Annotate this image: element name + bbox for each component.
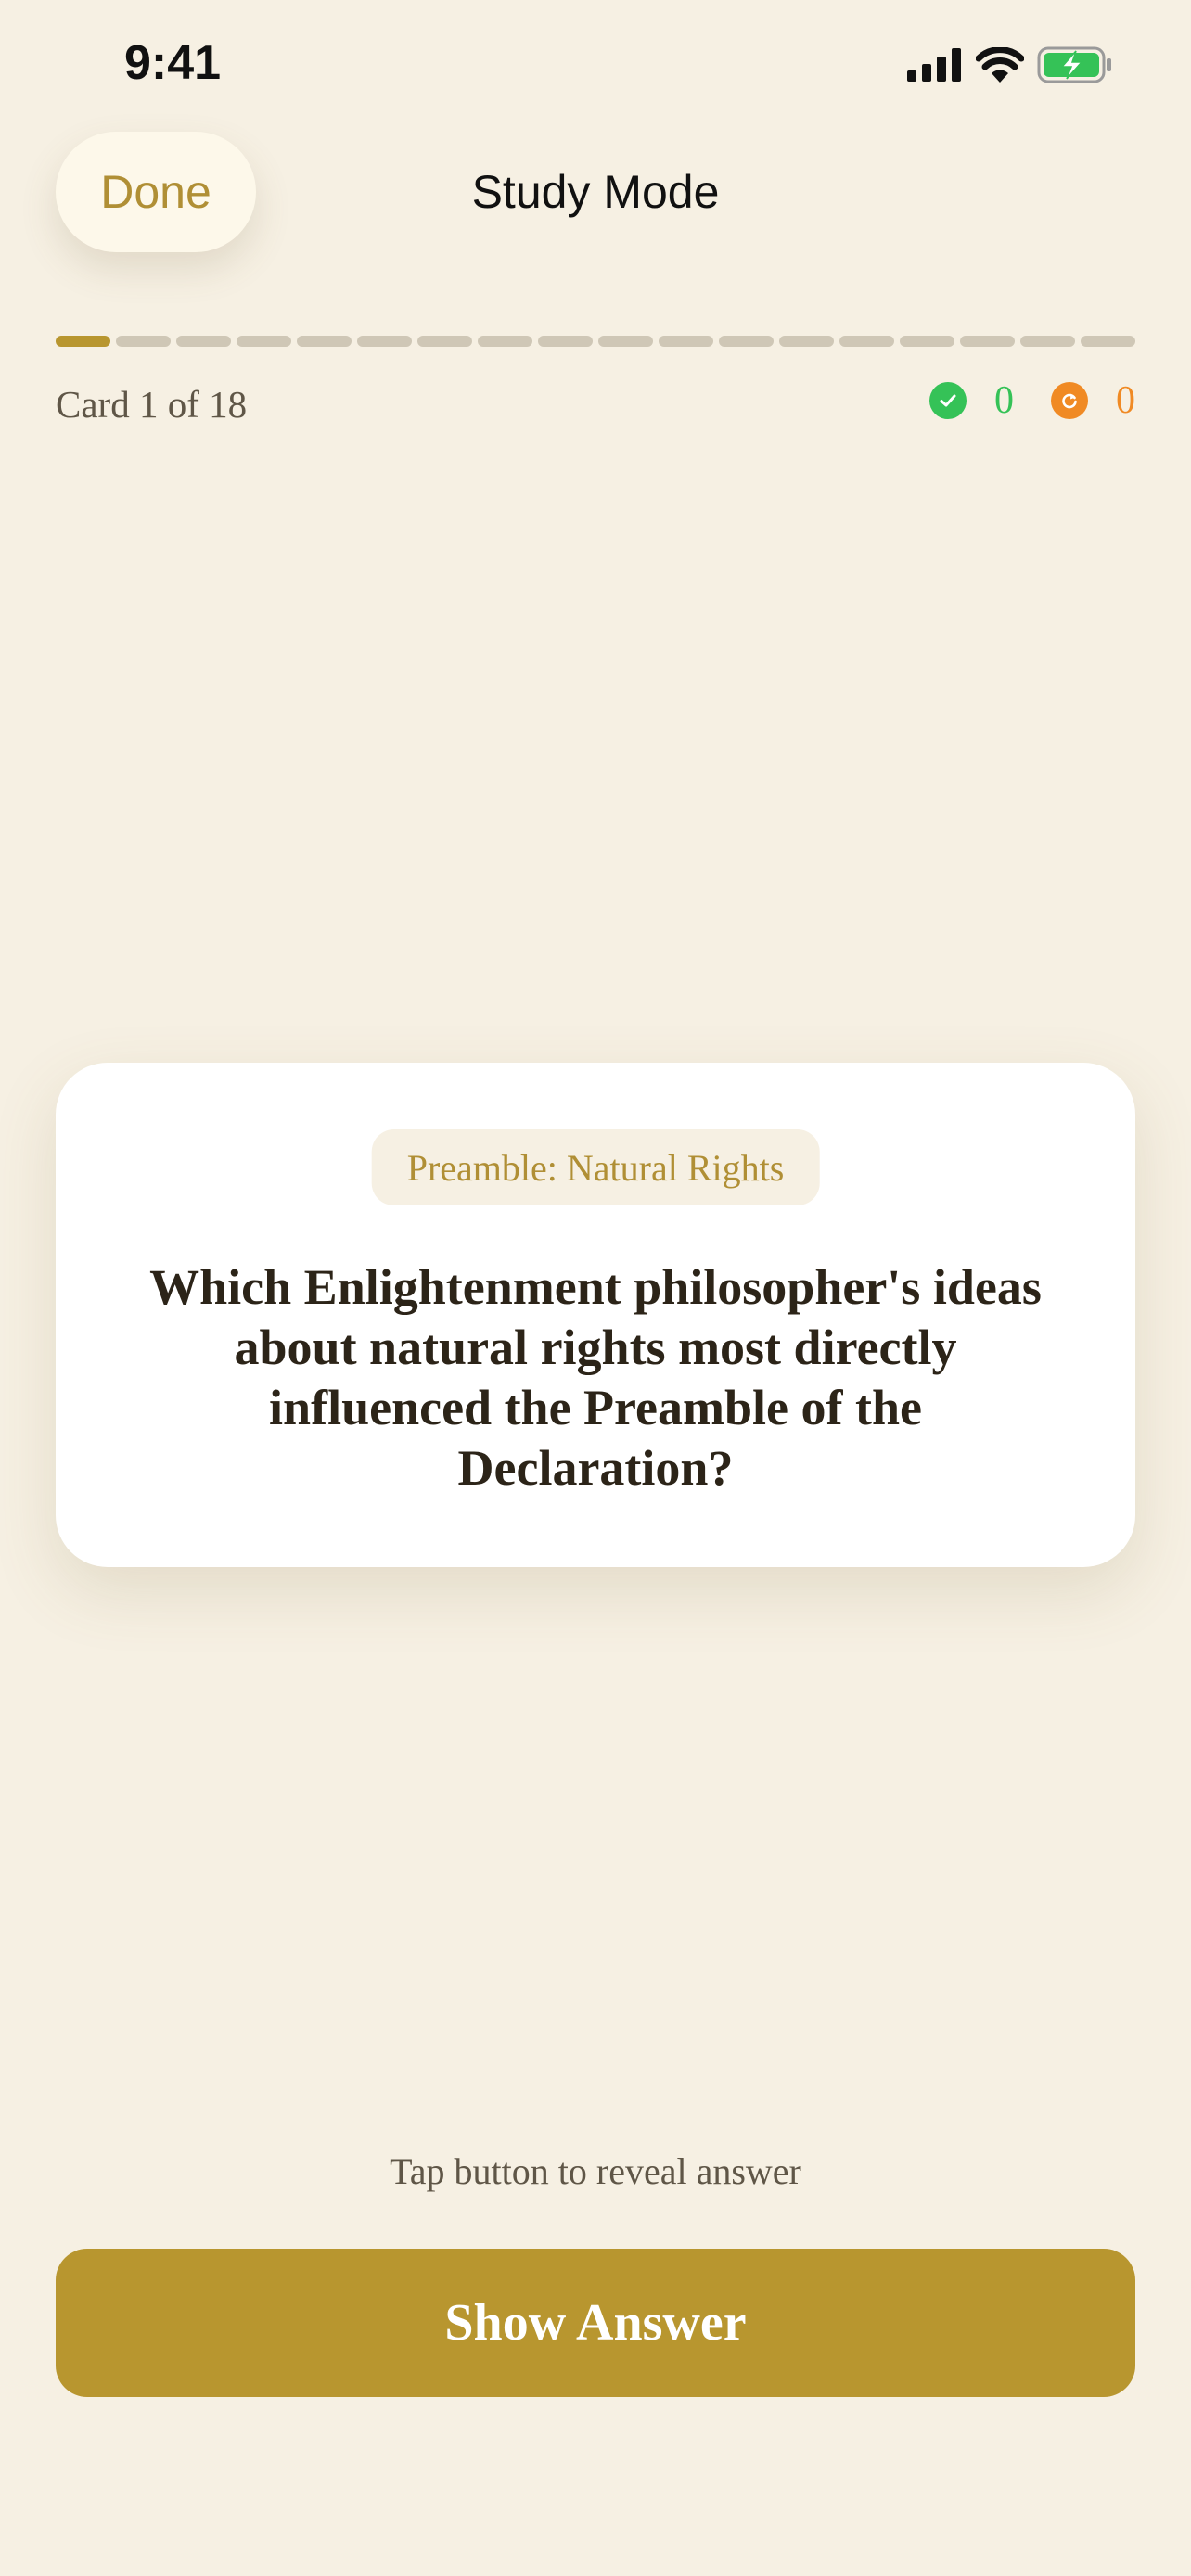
progress-segment [719, 336, 774, 347]
retry-circle-icon [1051, 382, 1088, 419]
checkmark-circle-icon [929, 382, 967, 419]
question-text: Which Enlightenment philosopher's ideas … [149, 1259, 1042, 1496]
progress-segment [960, 336, 1015, 347]
wifi-icon [976, 47, 1024, 83]
battery-charging-icon [1037, 46, 1111, 83]
progress-segment [237, 336, 291, 347]
status-bar: 9:41 [0, 0, 1191, 130]
navigation-bar: Done Study Mode [0, 130, 1191, 255]
known-count: 0 [929, 378, 1014, 423]
progress-segment [297, 336, 352, 347]
flashcard[interactable]: Preamble: Natural Rights Which Enlighten… [56, 1063, 1135, 1567]
progress-segment [900, 336, 954, 347]
progress-segment [357, 336, 412, 347]
topic-badge: Preamble: Natural Rights [371, 1129, 820, 1205]
progress-segment [659, 336, 713, 347]
progress-segment [779, 336, 834, 347]
progress-segment [598, 336, 653, 347]
progress-segment [176, 336, 231, 347]
page-title: Study Mode [471, 166, 720, 218]
review-count: 0 [1051, 378, 1135, 423]
progress-segment [56, 336, 110, 347]
status-time: 9:41 [124, 36, 222, 90]
known-count-value: 0 [994, 379, 1014, 422]
progress-segment [478, 336, 532, 347]
progress-segment [1081, 336, 1135, 347]
review-count-value: 0 [1116, 379, 1135, 422]
progress-segment [538, 336, 593, 347]
cellular-signal-icon [907, 48, 961, 82]
progress-bar [56, 336, 1135, 347]
progress-segment [417, 336, 472, 347]
status-icons [907, 46, 1113, 83]
progress-segment [839, 336, 894, 347]
reveal-hint: Tap button to reveal answer [390, 2150, 801, 2192]
progress-segment [116, 336, 171, 347]
card-counter: Card 1 of 18 [56, 383, 248, 426]
counter-row: Card 1 of 18 0 0 [56, 378, 1135, 430]
show-answer-button[interactable]: Show Answer [56, 2249, 1135, 2397]
progress-segment [1020, 336, 1075, 347]
stats: 0 0 [929, 378, 1135, 423]
